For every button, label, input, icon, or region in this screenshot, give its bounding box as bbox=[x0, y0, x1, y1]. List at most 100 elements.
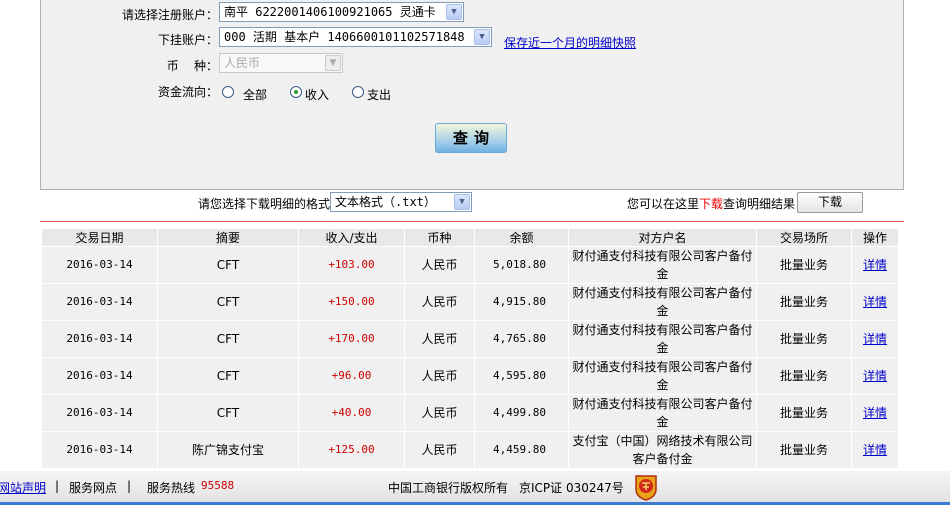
cell-counterparty: 财付通支付科技有限公司客户备付金 bbox=[569, 284, 756, 320]
cell-action: 详情 bbox=[852, 284, 898, 320]
footer-statement-link[interactable]: 网站声明 bbox=[0, 479, 46, 496]
radio-all-label: 全部 bbox=[243, 88, 268, 102]
format-value: 文本格式（.txt） bbox=[335, 195, 436, 209]
cell-date: 2016-03-14 bbox=[42, 321, 157, 357]
cell-action: 详情 bbox=[852, 247, 898, 283]
hint-highlight: 下载 bbox=[699, 197, 724, 211]
hint-suffix: 查询明细结果 bbox=[723, 197, 796, 211]
column-header: 交易场所 bbox=[757, 229, 851, 246]
table-row: 2016-03-14 CFT +170.00 人民币 4,765.80 财付通支付科技有限… bbox=[42, 321, 898, 357]
cell-currency: 人民币 bbox=[405, 247, 474, 283]
cell-action: 详情 bbox=[852, 321, 898, 357]
table-row: 2016-03-14 CFT +96.00 人民币 4,595.80 财付通支付科技有限公… bbox=[42, 358, 898, 394]
cell-summary: CFT bbox=[158, 247, 298, 283]
table-row: 2016-03-14 CFT +40.00 人民币 4,499.80 财付通支付科技有限公… bbox=[42, 395, 898, 431]
cell-place: 批量业务 bbox=[757, 284, 851, 320]
details-link[interactable]: 详情 bbox=[863, 295, 887, 309]
cell-balance: 4,595.80 bbox=[475, 358, 568, 394]
cell-counterparty: 财付通支付科技有限公司客户备付金 bbox=[569, 395, 756, 431]
cell-action: 详情 bbox=[852, 358, 898, 394]
query-button[interactable]: 查询 bbox=[435, 123, 507, 153]
column-header: 币种 bbox=[405, 229, 474, 246]
cell-currency: 人民币 bbox=[405, 321, 474, 357]
column-header: 对方户名 bbox=[569, 229, 756, 246]
table-row: 2016-03-14 陈广锦支付宝 +125.00 人民币 4,459.80 支付宝（中国… bbox=[42, 432, 898, 468]
separator: | bbox=[55, 479, 60, 493]
account-select[interactable]: 南平 6222001406100921065 灵通卡 ▼ bbox=[219, 2, 464, 22]
cell-currency: 人民币 bbox=[405, 432, 474, 468]
radio-income-label: 收入 bbox=[305, 88, 330, 102]
currency-value: 人民币 bbox=[224, 56, 261, 70]
column-header: 收入/支出 bbox=[299, 229, 404, 246]
cell-summary: CFT bbox=[158, 284, 298, 320]
radio-expense[interactable] bbox=[352, 86, 364, 98]
radio-all[interactable] bbox=[222, 86, 234, 98]
download-button[interactable]: 下载 bbox=[797, 192, 863, 213]
separator: | bbox=[127, 479, 132, 493]
cell-balance: 5,018.80 bbox=[475, 247, 568, 283]
details-link[interactable]: 详情 bbox=[863, 369, 887, 383]
copyright: 中国工商银行版权所有 bbox=[388, 481, 509, 495]
sub-account-value: 000 活期 基本户 1406600101102571848 bbox=[224, 30, 465, 44]
chevron-down-icon: ▼ bbox=[474, 29, 490, 45]
account-value: 南平 6222001406100921065 灵通卡 bbox=[224, 5, 436, 19]
format-label: 请您选择下载明细的格式 bbox=[198, 197, 331, 211]
cell-counterparty: 支付宝（中国）网络技术有限公司客户备付金 bbox=[569, 432, 756, 468]
cell-amount: +96.00 bbox=[299, 358, 404, 394]
hotline-label: 服务热线 bbox=[147, 481, 196, 495]
cell-summary: CFT bbox=[158, 321, 298, 357]
icbc-badge-icon bbox=[634, 473, 658, 504]
currency-select[interactable]: 人民币 ▼ bbox=[219, 53, 343, 73]
cell-summary: CFT bbox=[158, 395, 298, 431]
details-link[interactable]: 详情 bbox=[863, 443, 887, 457]
hint-prefix: 您可以在这里 bbox=[627, 197, 700, 211]
chevron-down-icon: ▼ bbox=[325, 55, 341, 71]
cell-date: 2016-03-14 bbox=[42, 284, 157, 320]
sub-account-label: 下挂账户： bbox=[157, 33, 218, 47]
radio-expense-label: 支出 bbox=[367, 88, 392, 102]
currency-label: 币 种： bbox=[166, 59, 218, 73]
cell-place: 批量业务 bbox=[757, 358, 851, 394]
cell-currency: 人民币 bbox=[405, 358, 474, 394]
transactions-table: 交易日期 摘要 收入/支出 币种 余额 对方户名 交易场所 操作 2016-03-14 CFT +… bbox=[41, 228, 899, 469]
details-link[interactable]: 详情 bbox=[863, 332, 887, 346]
cell-amount: +103.00 bbox=[299, 247, 404, 283]
cell-counterparty: 财付通支付科技有限公司客户备付金 bbox=[569, 358, 756, 394]
cell-currency: 人民币 bbox=[405, 395, 474, 431]
details-link[interactable]: 详情 bbox=[863, 406, 887, 420]
cell-amount: +125.00 bbox=[299, 432, 404, 468]
sub-account-select[interactable]: 000 活期 基本户 1406600101102571848 ▼ bbox=[219, 27, 492, 47]
format-select[interactable]: 文本格式（.txt） ▼ bbox=[330, 192, 472, 212]
save-snapshot-link[interactable]: 保存近一个月的明细快照 bbox=[504, 34, 636, 51]
cell-place: 批量业务 bbox=[757, 395, 851, 431]
cell-date: 2016-03-14 bbox=[42, 358, 157, 394]
cell-currency: 人民币 bbox=[405, 284, 474, 320]
cell-counterparty: 财付通支付科技有限公司客户备付金 bbox=[569, 247, 756, 283]
cell-place: 批量业务 bbox=[757, 321, 851, 357]
cell-date: 2016-03-14 bbox=[42, 247, 157, 283]
details-link[interactable]: 详情 bbox=[863, 258, 887, 272]
column-header: 操作 bbox=[852, 229, 898, 246]
cell-counterparty: 财付通支付科技有限公司客户备付金 bbox=[569, 321, 756, 357]
cell-summary: 陈广锦支付宝 bbox=[158, 432, 298, 468]
divider bbox=[40, 221, 904, 222]
cell-place: 批量业务 bbox=[757, 247, 851, 283]
footer-branches-link[interactable]: 服务网点 bbox=[69, 479, 117, 496]
cell-balance: 4,765.80 bbox=[475, 321, 568, 357]
column-header: 余额 bbox=[475, 229, 568, 246]
chevron-down-icon: ▼ bbox=[454, 194, 470, 210]
cell-balance: 4,499.80 bbox=[475, 395, 568, 431]
account-label: 请选择注册账户： bbox=[121, 8, 218, 22]
cell-amount: +170.00 bbox=[299, 321, 404, 357]
cell-action: 详情 bbox=[852, 432, 898, 468]
cell-amount: +150.00 bbox=[299, 284, 404, 320]
radio-income[interactable] bbox=[290, 86, 302, 98]
cell-summary: CFT bbox=[158, 358, 298, 394]
footer: 网站声明 | 服务网点 | 服务热线 95588 中国工商银行版权所有 京ICP… bbox=[0, 471, 950, 505]
cell-balance: 4,459.80 bbox=[475, 432, 568, 468]
cell-date: 2016-03-14 bbox=[42, 395, 157, 431]
cell-date: 2016-03-14 bbox=[42, 432, 157, 468]
cell-action: 详情 bbox=[852, 395, 898, 431]
download-hint: 您可以在这里下载查询明细结果 bbox=[627, 195, 795, 212]
cell-balance: 4,915.80 bbox=[475, 284, 568, 320]
